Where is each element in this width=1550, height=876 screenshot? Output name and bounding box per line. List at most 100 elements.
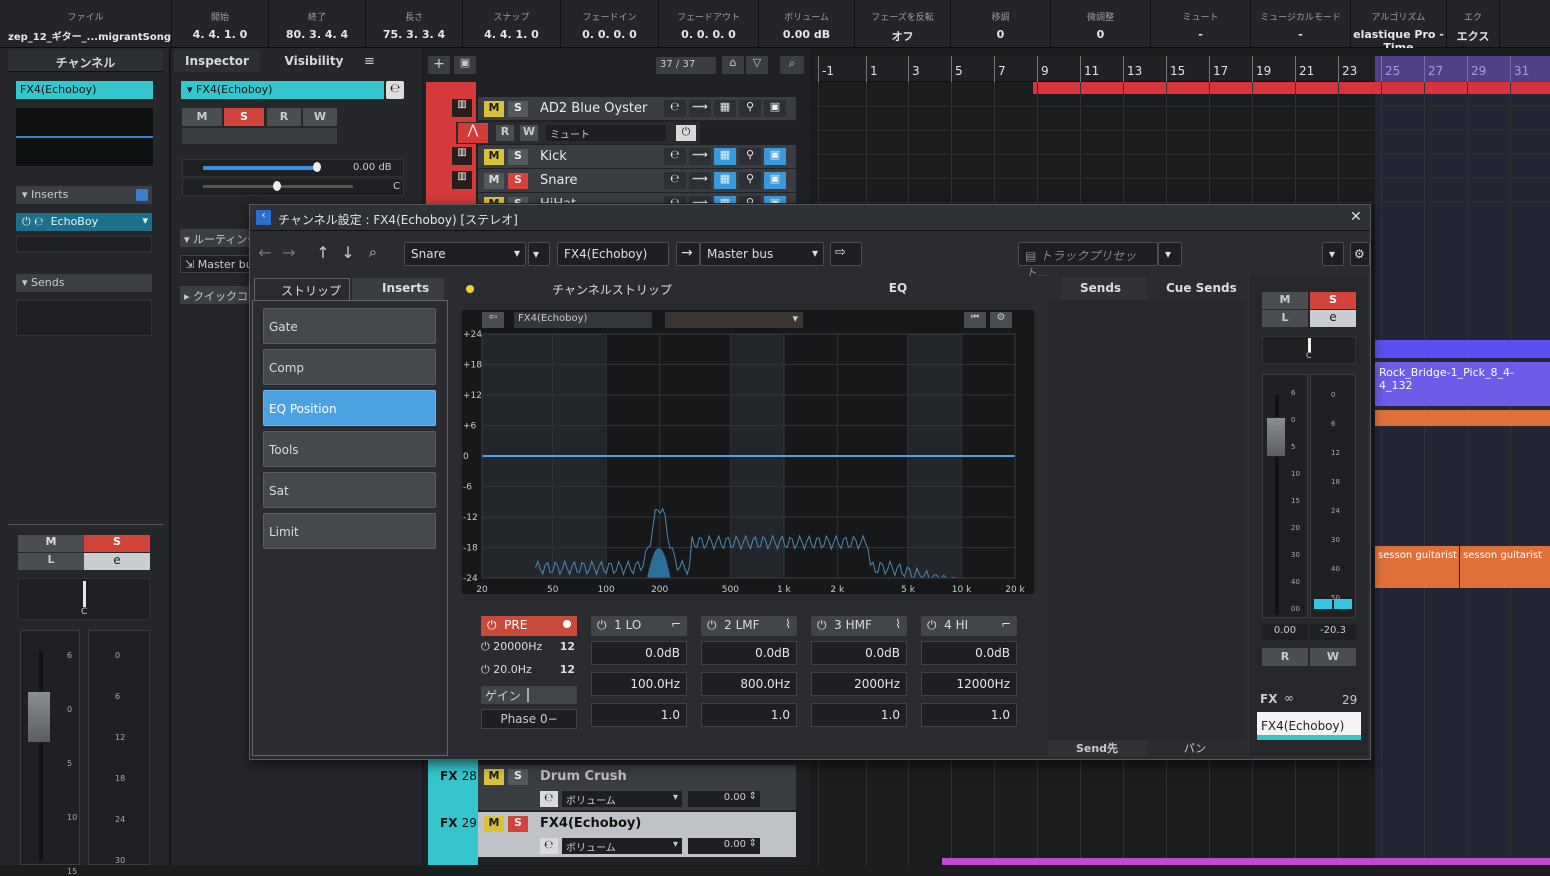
snapshot-icon[interactable]: ⌂ [722, 56, 744, 74]
dialog-write-button[interactable]: W [1310, 648, 1356, 666]
fx-solo-button[interactable]: S [508, 816, 528, 832]
fx-track-row[interactable]: M S FX4(Echoboy) ℮ ボリューム ▾ 0.00 ⇕ [478, 812, 796, 858]
dialog-listen-button[interactable]: L [1262, 310, 1308, 327]
automation-icon[interactable]: ⟿ [689, 100, 711, 117]
eq-band-header[interactable]: ⏻ 1 LO ⌐ [591, 616, 687, 636]
tab-strip[interactable]: ストリップ [254, 278, 350, 300]
track-mute-button[interactable]: M [484, 149, 504, 165]
inspector-channel-name[interactable]: ▾ FX4(Echoboy) [181, 81, 384, 99]
track-row[interactable]: ▥ M S AD2 Blue Oyster ℮ ⟿ ▦ ⚲ ▣ [452, 97, 796, 121]
record-icon[interactable]: ▣ [764, 196, 786, 203]
track-mute-button[interactable]: M [484, 173, 504, 189]
fx-track-row[interactable]: M S Drum Crush ℮ ボリューム ▾ 0.00 ⇕ [478, 765, 796, 811]
eq-band-freq[interactable]: 800.0Hz [701, 672, 797, 696]
edit-icon[interactable]: ℮ [664, 100, 686, 117]
fx-edit-icon[interactable]: ℮ [540, 791, 558, 807]
inserts-bypass-icon[interactable] [136, 189, 148, 201]
close-icon[interactable]: ✕ [1350, 209, 1362, 225]
tab-eq[interactable]: EQ [758, 278, 1038, 300]
dialog-fader-value[interactable]: 0.00 [1262, 624, 1308, 640]
edit-icon[interactable]: ℮ [664, 172, 686, 189]
phase-button[interactable]: Phase 0− [481, 709, 577, 729]
edit-icon[interactable]: ℮ [664, 196, 686, 203]
dialog-channel-name[interactable]: FX4(Echoboy) [1257, 712, 1361, 740]
inspector-solo[interactable]: S [224, 108, 264, 126]
input-dropdown-icon[interactable]: ▾ [528, 242, 550, 266]
info-cell[interactable]: ファイル zep_12_ギター_...migrantSong [0, 0, 172, 48]
eq-band-q[interactable]: 1.0 [811, 703, 907, 727]
strip-item-eq-position[interactable]: EQ Position [263, 390, 436, 426]
channel-name[interactable]: FX4(Echoboy) [16, 81, 153, 99]
info-cell[interactable]: 微調整 0 [1051, 0, 1151, 48]
track-row[interactable]: ▥MSHiHat℮⟿▦⚲▣ [478, 193, 796, 204]
track-row[interactable]: ▥ M S Kick ℮ ⟿ ▦ ⚲ ▣ [452, 145, 796, 169]
pre-header[interactable]: ⏻ PRE [481, 616, 577, 636]
sends-section[interactable] [1048, 300, 1244, 740]
info-cell[interactable]: フェードイン 0. 0. 0. 0 [561, 0, 659, 48]
folder-icon[interactable]: ▣ [454, 56, 476, 74]
fx-edit-icon[interactable]: ℮ [540, 838, 558, 854]
eq-band-freq[interactable]: 100.0Hz [591, 672, 687, 696]
dialog-read-button[interactable]: R [1262, 648, 1308, 666]
tab-channel[interactable]: チャンネル [8, 50, 163, 72]
eq-band-q[interactable]: 1.0 [921, 703, 1017, 727]
event-bottom-purple[interactable] [942, 858, 1550, 865]
solo-button[interactable]: S [84, 535, 150, 552]
strip-item-comp[interactable]: Comp [263, 349, 436, 385]
info-cell[interactable]: 長さ 75. 3. 3. 4 [366, 0, 463, 48]
event-orange-strip[interactable] [1375, 410, 1550, 426]
eq-band-q[interactable]: 1.0 [591, 703, 687, 727]
inserts-header[interactable]: ▾ Inserts [16, 186, 152, 204]
route-icon[interactable]: ⇨ [830, 242, 862, 266]
routing-output[interactable]: ⇲ Master bus [180, 255, 250, 273]
eq-icon[interactable]: ⚲ [739, 100, 761, 117]
eq-display[interactable]: ⇦ FX4(Echoboy) ▾ ⏮ ⚙ 20 50 100 200 500 1 k2 k… [462, 310, 1034, 594]
power-icon[interactable]: ⏻ [676, 125, 696, 141]
forward-arrow-icon[interactable]: → [278, 243, 300, 265]
monitor-icon[interactable]: ▦ [714, 172, 736, 189]
tab-inspector[interactable]: Inspector [174, 50, 260, 72]
output-select[interactable]: Master bus ▾ [700, 242, 824, 266]
strip-item-limit[interactable]: Limit [263, 513, 436, 549]
eq-shape-icon[interactable]: ⌇ [785, 617, 791, 631]
fx-param-select[interactable]: ボリューム ▾ [562, 791, 682, 807]
eq-band-header[interactable]: ⏻ 2 LMF ⌇ [701, 616, 797, 636]
eq-band-gain[interactable]: 0.0dB [921, 641, 1017, 665]
eq-shape-icon[interactable]: ⌐ [671, 617, 681, 631]
monitor-icon[interactable]: ▦ [714, 196, 736, 203]
subrow-write[interactable]: W [520, 125, 538, 141]
gain-slider[interactable]: ゲイン [481, 686, 577, 704]
strip-item-gate[interactable]: Gate [263, 308, 436, 344]
dialog-titlebar[interactable]: ‹ チャンネル設定 : FX4(Echoboy) [ステレオ] ✕ [250, 205, 1370, 231]
fx-solo-button[interactable]: S [508, 769, 528, 785]
info-cell[interactable]: 移調 0 [951, 0, 1051, 48]
lowcut-row[interactable]: ⏻ 20.0Hz 12 [481, 663, 577, 683]
sends-slot[interactable] [16, 300, 152, 336]
record-icon[interactable]: ▣ [764, 100, 786, 117]
tab-channel-strip[interactable]: チャンネルストリップ [480, 278, 744, 300]
info-cell[interactable]: ミュージカルモード - [1251, 0, 1351, 48]
eq-icon[interactable]: ⚲ [739, 196, 761, 203]
eq-icon[interactable]: ⚲ [739, 172, 761, 189]
inspector-mute[interactable]: M [182, 108, 222, 126]
tab-visibility[interactable]: Visibility [264, 50, 364, 72]
track-mute-button[interactable]: M [484, 101, 504, 117]
strip-item-sat[interactable]: Sat [263, 472, 436, 508]
preset-dropdown-icon[interactable]: ▾ [1158, 242, 1182, 266]
eq-band-q[interactable]: 1.0 [701, 703, 797, 727]
menu-icon[interactable]: ≡ [364, 54, 375, 69]
insert-slot-1[interactable]: ⏻ ℮ EchoBoy ▾ [16, 213, 152, 231]
eq-band-header[interactable]: ⏻ 3 HMF ⌇ [811, 616, 907, 636]
record-icon[interactable]: ▣ [764, 172, 786, 189]
fx-param-select[interactable]: ボリューム ▾ [562, 838, 682, 854]
subrow-read[interactable]: R [496, 125, 514, 141]
automation-icon[interactable]: ⟿ [689, 196, 711, 203]
event-blue-top[interactable] [1375, 340, 1550, 358]
info-cell[interactable]: スナップ 4. 4. 1. 0 [463, 0, 561, 48]
dialog-mute-button[interactable]: M [1262, 292, 1308, 309]
inspector-read[interactable]: R [267, 108, 301, 126]
info-cell[interactable]: フェーズを反転 オフ [855, 0, 951, 48]
fx-param-value[interactable]: 0.00 ⇕ [688, 838, 760, 854]
fader-handle[interactable] [27, 691, 51, 743]
filter-icon[interactable]: ▽ [746, 56, 768, 74]
